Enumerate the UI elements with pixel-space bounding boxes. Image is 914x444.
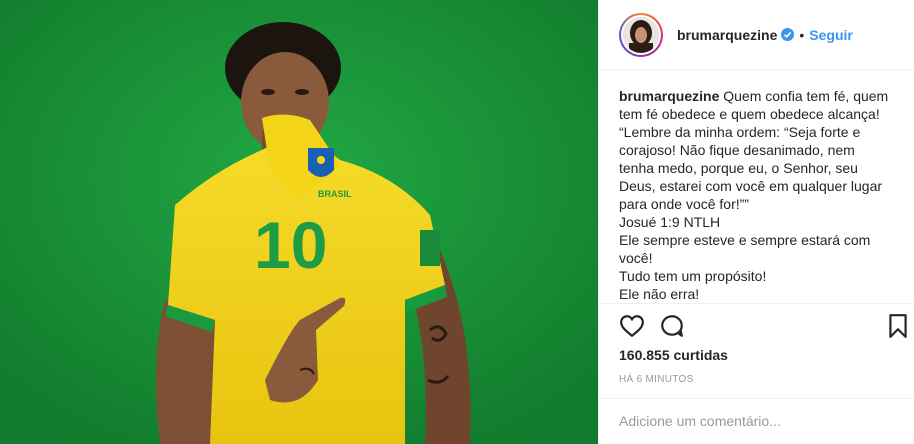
follow-button[interactable]: Seguir [809,27,853,43]
caption-line: para onde você for!”” [619,196,749,212]
caption-line: Deus, estarei com você em qualquer lugar [619,178,883,194]
comment-input[interactable] [619,411,889,431]
caption-line: corajoso! Não fique desanimado, nem [619,142,855,158]
avatar-image [623,16,659,53]
divider [599,303,914,304]
caption-line: Ele não erra! [619,286,700,302]
caption-line: você! [619,250,653,266]
caption-line: Tudo tem um propósito! [619,268,767,284]
caption-line: “Lembre da minha ordem: “Seja forte e [619,124,861,140]
verified-badge-icon [781,28,795,41]
bookmark-icon[interactable] [885,313,911,339]
action-bar [619,313,914,341]
likes-count[interactable]: 160.855 curtidas [619,347,728,363]
post-side-panel: brumarquezine • Seguir brumarquezine Que… [598,0,914,444]
post-timestamp: HÁ 6 MINUTOS [619,374,694,385]
caption-line: Josué 1:9 NTLH [619,214,721,230]
username-link[interactable]: brumarquezine [677,27,777,43]
caption-username[interactable]: brumarquezine [619,88,719,104]
comment-icon[interactable] [659,313,685,339]
jersey-text: BRASIL [318,189,352,199]
caption-line: tenha medo, porque eu, o Senhor, seu [619,160,858,176]
heart-icon[interactable] [619,313,645,339]
post-photo-illustration: 10 BRASIL [0,0,598,444]
avatar[interactable] [619,12,663,57]
caption-line: Ele sempre esteve e sempre estará com [619,232,871,248]
caption-line: Quem confia tem fé, quem [723,88,889,104]
post-header: brumarquezine • Seguir [599,0,914,70]
post-caption: brumarquezine Quem confia tem fé, quem t… [619,87,903,303]
caption-line: tem fé obedece e quem obedece alcança! [619,106,880,122]
jersey-number: 10 [254,208,327,282]
comment-area [599,398,914,444]
separator-dot: • [799,26,805,43]
post-photo[interactable]: 10 BRASIL [0,0,598,444]
